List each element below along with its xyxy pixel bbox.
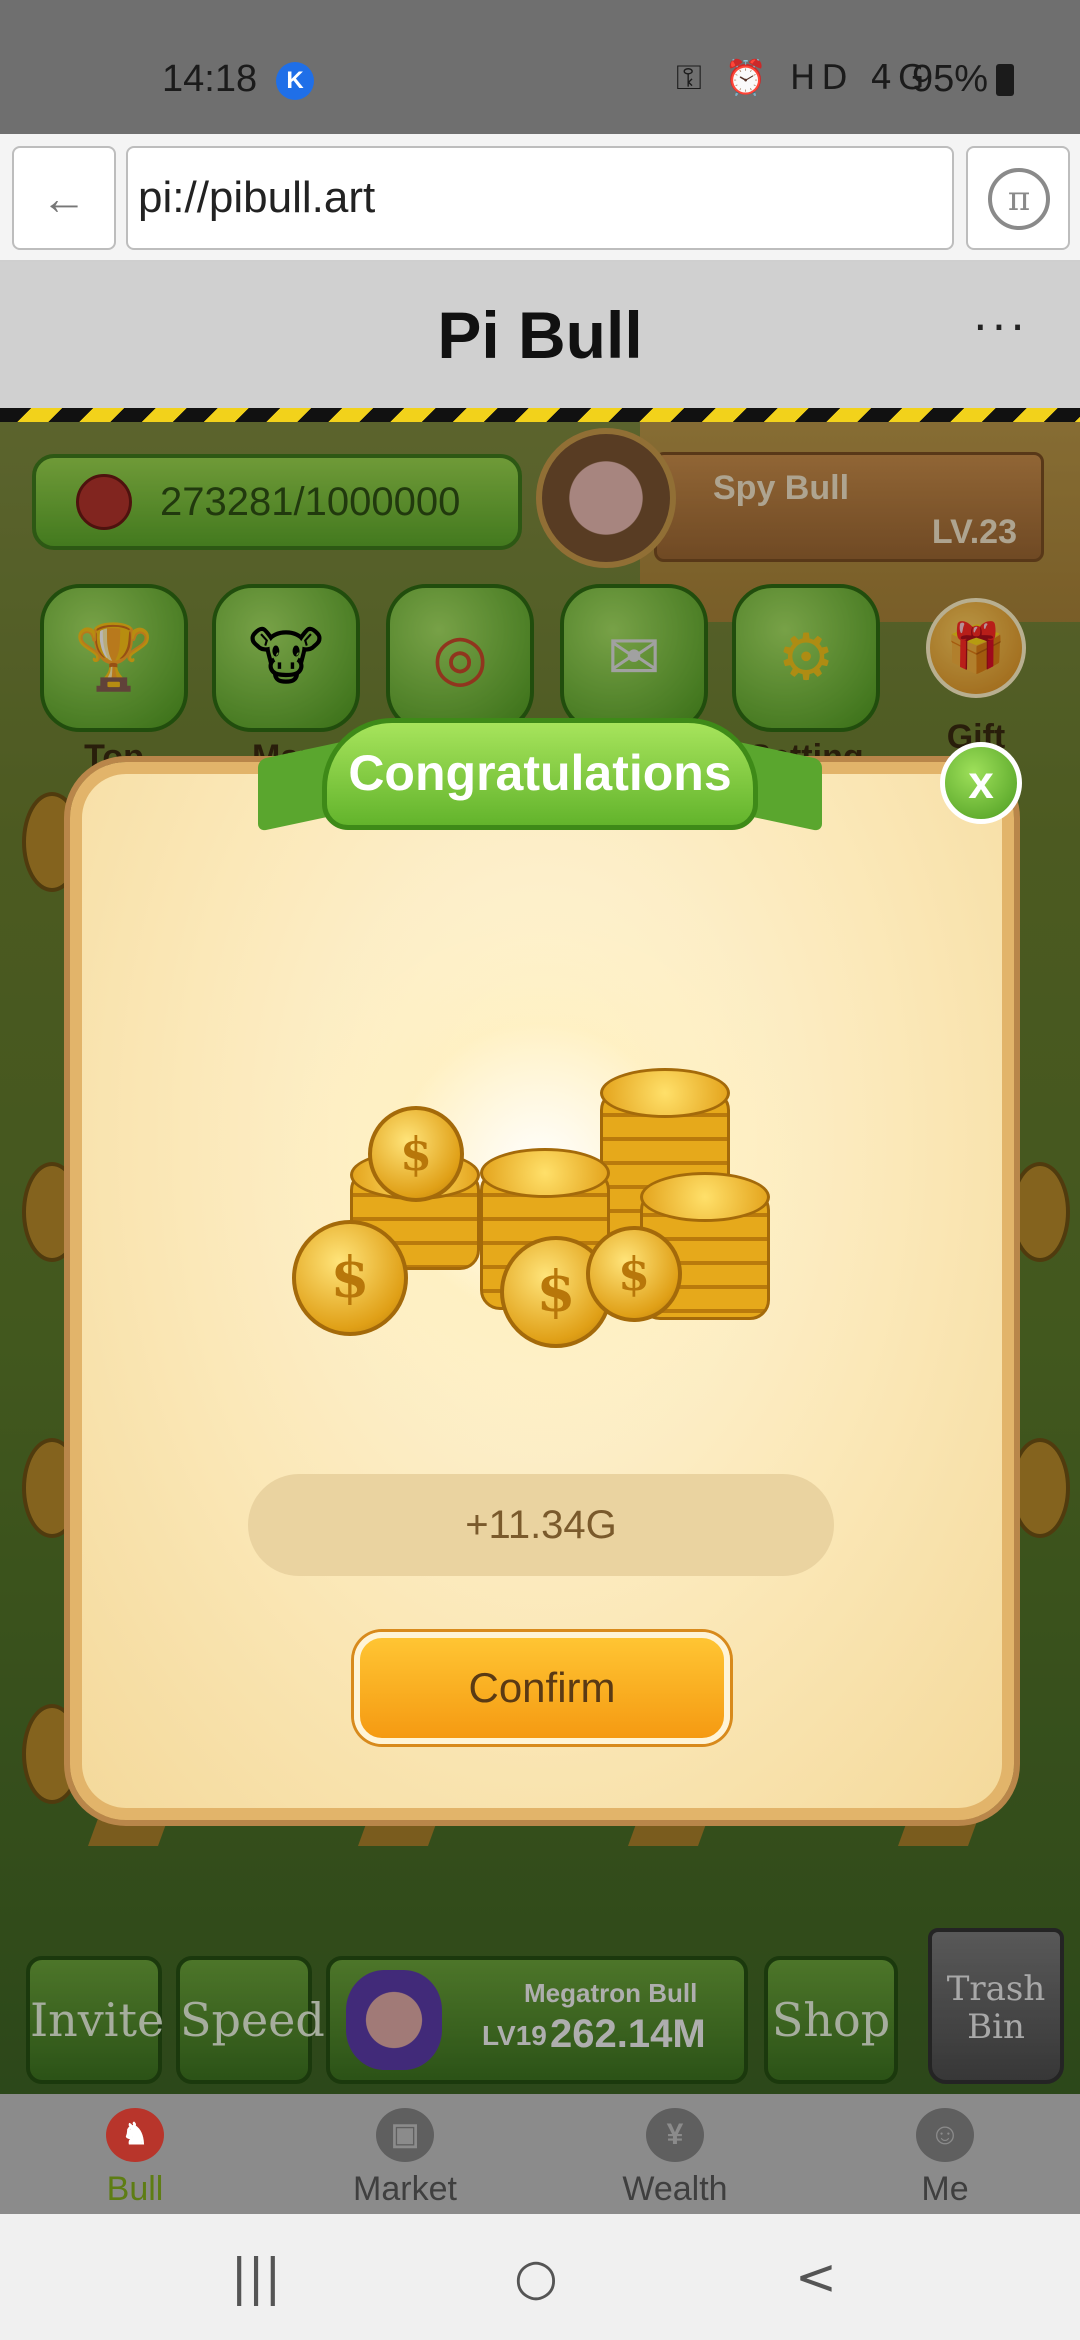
recents-button[interactable]: ||| xyxy=(196,2214,316,2340)
close-button[interactable]: x xyxy=(940,742,1022,824)
reward-amount: +11.34G xyxy=(248,1474,834,1576)
more-options-button[interactable]: ··· xyxy=(972,299,1026,350)
browser-back-button[interactable]: ← xyxy=(12,146,116,250)
status-bar: 14:18 K ⚿ ⏰ HD 4G 95% xyxy=(0,0,1080,134)
dialog-title: Congratulations xyxy=(348,745,732,801)
status-time: 14:18 xyxy=(162,58,258,100)
app-notification-icon: K xyxy=(276,62,314,100)
url-field[interactable]: pi://pibull.art xyxy=(126,146,954,250)
bull-icon: ♞ xyxy=(106,2108,164,2162)
tab-me[interactable]: ☺ Me xyxy=(810,2094,1080,2214)
tab-label: Wealth xyxy=(622,2170,728,2208)
home-button[interactable]: ○ xyxy=(476,2214,596,2340)
status-network-icons: ⚿ ⏰ HD 4G xyxy=(676,58,931,98)
pi-browser-button[interactable]: π xyxy=(966,146,1070,250)
hazard-stripe xyxy=(0,408,1080,422)
app-header: Pi Bull ··· xyxy=(0,262,1080,408)
battery-percent: 95% xyxy=(912,58,989,100)
dollar-coin-icon: $ xyxy=(586,1226,682,1322)
tab-market[interactable]: ▣ Market xyxy=(270,2094,540,2214)
coin-top xyxy=(600,1068,730,1118)
face-icon: ☺ xyxy=(916,2108,974,2162)
tab-label: Market xyxy=(353,2170,457,2208)
dollar-coin-icon: $ xyxy=(292,1220,408,1336)
coin-top xyxy=(640,1172,770,1222)
money-bag-icon: ¥ xyxy=(646,2108,704,2162)
system-back-button[interactable]: < xyxy=(756,2214,876,2340)
tab-bull[interactable]: ♞ Bull xyxy=(0,2094,270,2214)
confirm-button[interactable]: Confirm xyxy=(354,1632,730,1744)
battery-icon xyxy=(996,64,1014,96)
dollar-coin-icon: $ xyxy=(368,1106,464,1202)
coin-top xyxy=(480,1148,610,1198)
browser-toolbar: ← pi://pibull.art π xyxy=(0,134,1080,262)
page-title: Pi Bull xyxy=(437,298,643,372)
system-navigation-bar: ||| ○ < xyxy=(0,2214,1080,2340)
network-label: HD 4G xyxy=(789,58,931,98)
bottom-tab-bar: ♞ Bull ▣ Market ¥ Wealth ☺ Me xyxy=(0,2094,1080,2214)
store-icon: ▣ xyxy=(376,2108,434,2162)
tab-label: Bull xyxy=(106,2170,164,2208)
tab-label: Me xyxy=(921,2170,969,2208)
pi-icon: π xyxy=(988,168,1050,230)
tab-wealth[interactable]: ¥ Wealth xyxy=(540,2094,810,2214)
congratulations-ribbon: Congratulations xyxy=(322,718,758,830)
